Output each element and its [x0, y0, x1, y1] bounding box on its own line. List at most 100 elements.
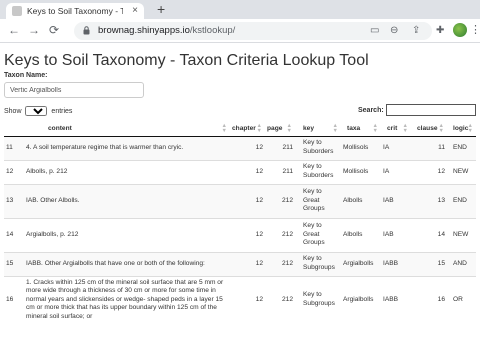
- column-header-label: content: [48, 124, 72, 132]
- column-header-label: logic: [453, 124, 469, 132]
- cell-key: Key to Subgroups: [295, 275, 341, 324]
- cell-crit: IAB: [381, 183, 411, 218]
- tab-title: Keys to Soil Taxonomy - Taxon C: [27, 6, 123, 16]
- cell-index: 12: [4, 159, 24, 184]
- cell-crit: IABB: [381, 251, 411, 276]
- cell-key: Key to Great Groups: [295, 183, 341, 218]
- cell-chapter: 12: [230, 275, 265, 324]
- browser-tab[interactable]: Keys to Soil Taxonomy - Taxon C ×: [6, 3, 144, 19]
- table-row[interactable]: 14 Argialbolls, p. 212 12 212 Key to Gre…: [4, 217, 476, 252]
- cell-crit: IABB: [381, 275, 411, 324]
- column-header-page[interactable]: page ▲ ▼: [265, 121, 295, 137]
- zoom-icon[interactable]: ⊖: [390, 25, 398, 37]
- extensions-icon[interactable]: ✚: [436, 24, 444, 37]
- column-header-label: page: [267, 124, 283, 132]
- share-icon[interactable]: ⇪: [412, 25, 420, 37]
- menu-icon[interactable]: ⋮: [470, 23, 480, 37]
- cell-index: 16: [4, 275, 24, 324]
- cell-index: 15: [4, 251, 24, 276]
- cell-clause: 15: [411, 251, 447, 276]
- column-header-taxa[interactable]: taxa ▲ ▼: [341, 121, 381, 137]
- cell-crit: IAB: [381, 217, 411, 252]
- lock-icon: [83, 26, 90, 35]
- cell-chapter: 12: [230, 135, 265, 160]
- table-header-row: content ▲ ▼ chapter ▲ ▼ page ▲ ▼ key ▲ ▼ taxa ▲ ▼ …: [4, 121, 476, 137]
- cell-page: 212: [265, 251, 295, 276]
- cell-logic: AND: [447, 251, 476, 276]
- table-row[interactable]: 11 4. A soil temperature regime that is …: [4, 135, 476, 160]
- column-header-index: [4, 121, 24, 137]
- column-header-label: key: [303, 124, 315, 132]
- cell-page: 211: [265, 159, 295, 184]
- column-header-clause[interactable]: clause ▲ ▼: [411, 121, 447, 137]
- browser-toolbar: ← → ⟳ brownag.shinyapps.io/kstlookup/ ▭ …: [0, 19, 480, 43]
- cell-content: Argialbolls, p. 212: [24, 217, 230, 252]
- cell-logic: END: [447, 135, 476, 160]
- column-header-label: clause: [417, 124, 438, 132]
- cell-chapter: 12: [230, 183, 265, 218]
- cell-content: IAB. Other Albolls.: [24, 183, 230, 218]
- column-header-logic[interactable]: logic ▲ ▼: [447, 121, 476, 137]
- entries-select[interactable]: 10: [25, 106, 48, 116]
- tab-close-icon[interactable]: ×: [132, 4, 138, 17]
- cell-chapter: 12: [230, 251, 265, 276]
- sort-icon: ▲ ▼: [221, 123, 227, 134]
- cell-taxa: Mollisols: [341, 159, 381, 184]
- cell-content: Albolls, p. 212: [24, 159, 230, 184]
- cell-clause: 11: [411, 135, 447, 160]
- cell-clause: 12: [411, 159, 447, 184]
- profile-avatar[interactable]: [453, 23, 467, 37]
- search-label: Search:: [358, 107, 384, 114]
- address-bar[interactable]: brownag.shinyapps.io/kstlookup/ ▭ ⊖ ⇪: [74, 22, 432, 40]
- search-input[interactable]: [386, 104, 476, 116]
- sort-icon: ▲ ▼: [256, 123, 262, 134]
- cell-taxa: Mollisols: [341, 135, 381, 160]
- column-header-label: crit: [387, 124, 398, 132]
- cell-logic: NEW: [447, 159, 476, 184]
- table-row[interactable]: 16 1. Cracks within 125 cm of the minera…: [4, 275, 476, 324]
- column-header-content[interactable]: content ▲ ▼: [24, 121, 230, 137]
- cell-crit: IA: [381, 135, 411, 160]
- cell-page: 212: [265, 183, 295, 218]
- cell-page: 212: [265, 217, 295, 252]
- url-text: brownag.shinyapps.io/kstlookup/: [98, 25, 235, 37]
- results-table-wrapper: content ▲ ▼ chapter ▲ ▼ page ▲ ▼ key ▲ ▼ taxa ▲ ▼ …: [4, 121, 476, 324]
- column-header-label: taxa: [347, 124, 361, 132]
- cell-key: Key to Suborders: [295, 159, 341, 184]
- forward-arrow-icon[interactable]: →: [28, 23, 40, 38]
- sort-icon: ▲ ▼: [438, 123, 444, 134]
- cell-key: Key to Subgroups: [295, 251, 341, 276]
- back-arrow-icon[interactable]: ←: [8, 23, 20, 38]
- new-tab-icon[interactable]: +: [157, 1, 165, 17]
- column-header-label: chapter: [232, 124, 256, 132]
- table-row[interactable]: 12 Albolls, p. 212 12 211 Key to Suborde…: [4, 159, 476, 184]
- cell-taxa: Albolls: [341, 183, 381, 218]
- cell-chapter: 12: [230, 217, 265, 252]
- column-header-chapter[interactable]: chapter ▲ ▼: [230, 121, 265, 137]
- url-path: /kstlookup/: [189, 25, 236, 36]
- cell-content: 4. A soil temperature regime that is war…: [24, 135, 230, 160]
- cell-clause: 14: [411, 217, 447, 252]
- column-header-key[interactable]: key ▲ ▼: [295, 121, 341, 137]
- cell-key: Key to Great Groups: [295, 217, 341, 252]
- taxon-name-label: Taxon Name:: [4, 72, 48, 79]
- show-label: Show: [4, 107, 22, 115]
- cell-clause: 16: [411, 275, 447, 324]
- cell-crit: IA: [381, 159, 411, 184]
- column-header-crit[interactable]: crit ▲ ▼: [381, 121, 411, 137]
- cell-page: 212: [265, 275, 295, 324]
- cell-page: 211: [265, 135, 295, 160]
- cell-chapter: 12: [230, 159, 265, 184]
- install-app-icon[interactable]: ▭: [370, 25, 379, 37]
- globe-icon: [12, 6, 22, 16]
- sort-icon: ▲ ▼: [402, 123, 408, 134]
- reload-icon[interactable]: ⟳: [49, 23, 59, 38]
- taxon-name-input[interactable]: [4, 82, 144, 98]
- entries-length-control: Show 10 entries: [4, 106, 72, 116]
- cell-index: 14: [4, 217, 24, 252]
- table-row[interactable]: 15 IABB. Other Argialbolls that have one…: [4, 251, 476, 276]
- results-table: content ▲ ▼ chapter ▲ ▼ page ▲ ▼ key ▲ ▼ taxa ▲ ▼ …: [4, 121, 476, 324]
- table-row[interactable]: 13 IAB. Other Albolls. 12 212 Key to Gre…: [4, 183, 476, 218]
- cell-content: 1. Cracks within 125 cm of the mineral s…: [24, 275, 230, 324]
- sort-icon: ▲ ▼: [332, 123, 338, 134]
